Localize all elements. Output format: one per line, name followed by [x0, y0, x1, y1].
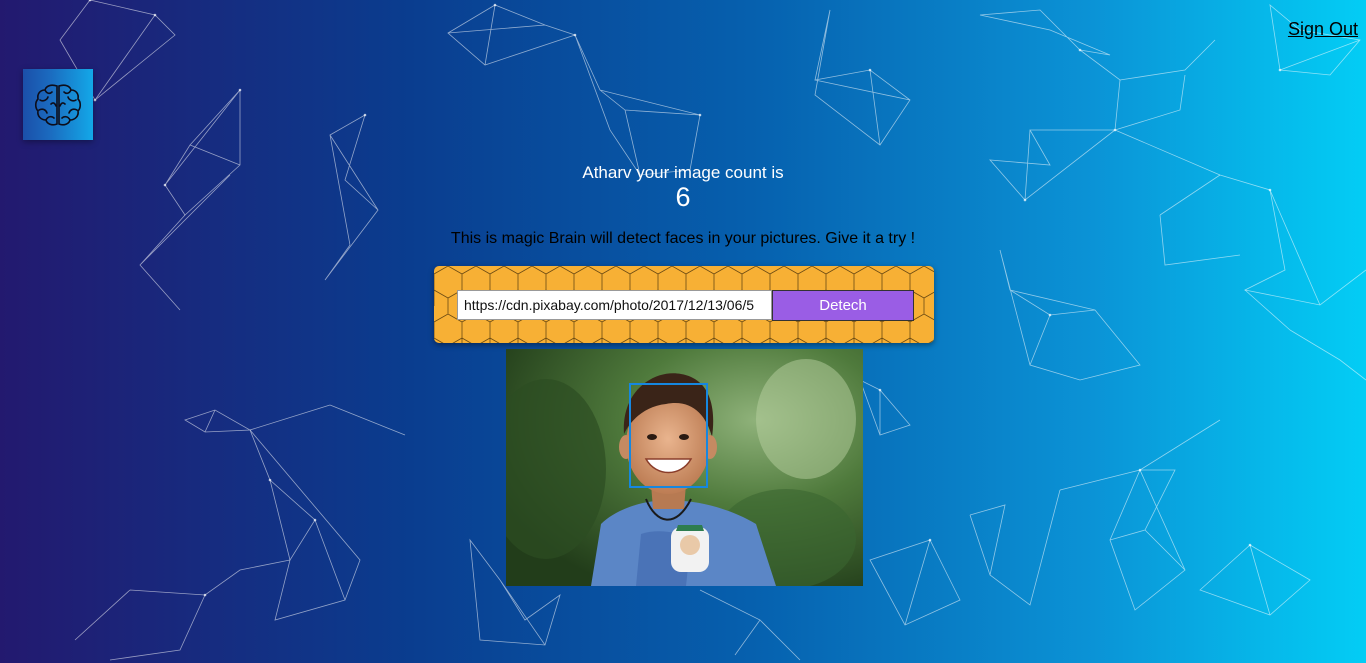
detect-button[interactable]: Detech	[772, 290, 914, 321]
detected-image	[506, 349, 863, 586]
brain-icon	[34, 83, 82, 126]
tagline-text: This is magic Brain will detect faces in…	[450, 230, 916, 247]
sign-out-link[interactable]: Sign Out	[1288, 19, 1358, 40]
image-url-input[interactable]	[457, 290, 772, 320]
image-count-value: 6	[675, 182, 691, 212]
image-count-label: Atharv your image count is	[582, 163, 784, 182]
photo-content	[506, 349, 863, 586]
image-link-form: Detech	[434, 266, 934, 343]
logo-tile	[23, 69, 93, 140]
